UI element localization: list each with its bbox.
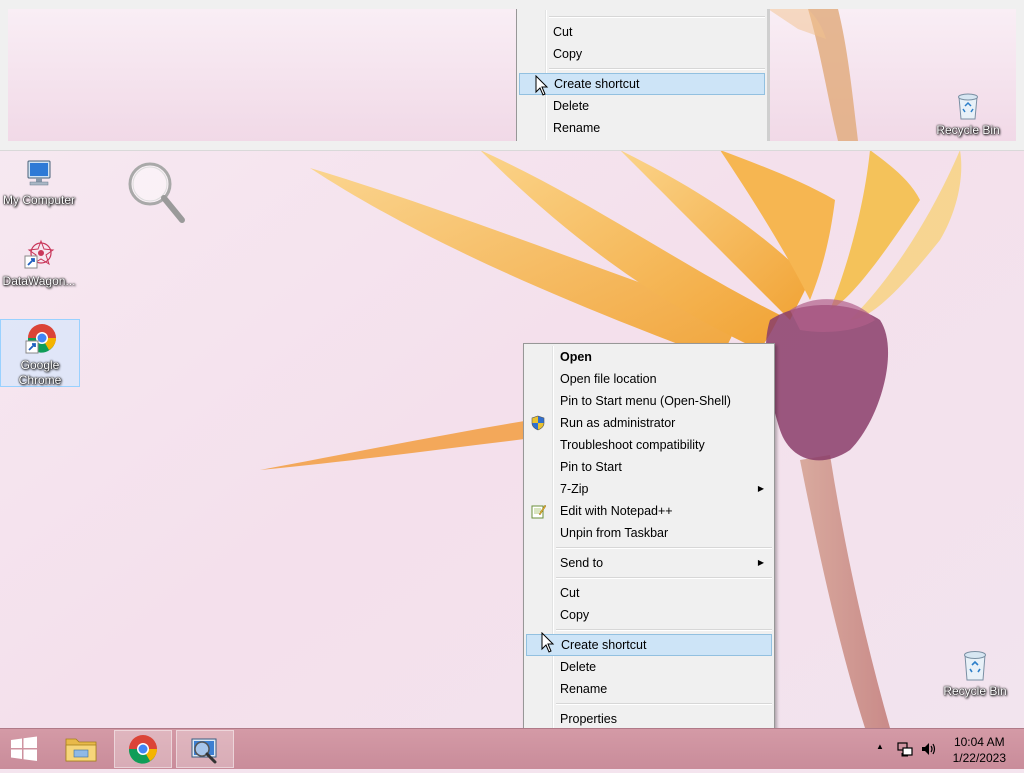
menu-item-create-shortcut[interactable]: Create shortcut	[526, 634, 772, 656]
menu-item-run-as-administrator[interactable]: Run as administrator	[526, 412, 772, 434]
menu-item-open[interactable]: Open	[526, 346, 772, 368]
clock-time: 10:04 AM	[953, 735, 1005, 749]
menu-item-edit-with-notepadpp[interactable]: Edit with Notepad++	[526, 500, 772, 522]
volume-icon[interactable]	[920, 740, 938, 758]
magnified-context-menu: Cut Copy Create shortcut Delete Rename	[516, 9, 770, 141]
menu-item-unpin-from-taskbar[interactable]: Unpin from Taskbar	[526, 522, 772, 544]
magnifier-window: Cut Copy Create shortcut Delete Rename R…	[0, 0, 1024, 151]
recycle-bin-label: Recycle Bin	[936, 123, 1000, 137]
mag-recycle-bin: Recycle Bin	[929, 91, 1007, 138]
desktop-icon-google-chrome[interactable]: Google Chrome	[0, 319, 80, 387]
start-button[interactable]	[0, 730, 48, 768]
desktop-icon-my-computer[interactable]: My Computer	[0, 157, 78, 208]
uac-shield-icon	[531, 415, 545, 431]
mouse-cursor-icon	[541, 632, 555, 653]
mag-menu-item-copy: Copy	[553, 47, 583, 61]
magnified-cursor-icon	[535, 75, 549, 96]
menu-separator	[556, 703, 772, 705]
magnifier-view: Cut Copy Create shortcut Delete Rename R…	[8, 9, 1016, 141]
desktop-icon-label: DataWagon...	[2, 274, 76, 288]
desktop-icon-label: Recycle Bin	[943, 684, 1007, 698]
menu-item-delete[interactable]: Delete	[526, 656, 772, 678]
menu-item-properties[interactable]: Properties	[526, 708, 772, 730]
menu-item-label: Run as administrator	[560, 416, 676, 430]
menu-item-7-zip[interactable]: 7-Zip ▶	[526, 478, 772, 500]
network-icon[interactable]	[896, 740, 914, 758]
clock-date: 1/22/2023	[952, 751, 1006, 765]
menu-item-label: 7-Zip	[560, 482, 589, 496]
menu-item-cut[interactable]: Cut	[526, 582, 772, 604]
desktop-icon-datawagon[interactable]: DataWagon...	[0, 238, 78, 289]
mag-menu-item-delete: Delete	[553, 99, 590, 113]
chrome-icon	[128, 735, 157, 764]
recycle-bin-icon	[960, 648, 990, 682]
magnified-wallpaper	[8, 9, 1016, 141]
menu-separator	[556, 577, 772, 579]
menu-separator	[549, 68, 765, 70]
my-computer-icon	[22, 157, 56, 191]
file-explorer-icon	[65, 738, 97, 762]
taskbar-clock[interactable]: 10:04 AM 1/22/2023	[953, 734, 1006, 766]
menu-item-troubleshoot-compatibility[interactable]: Troubleshoot compatibility	[526, 434, 772, 456]
mag-menu-item-create-shortcut: Create shortcut	[519, 73, 765, 95]
desktop-icon-label: My Computer	[2, 193, 76, 207]
magnifier-icon	[191, 738, 217, 764]
recycle-bin-icon	[955, 91, 981, 121]
menu-separator	[556, 547, 772, 549]
tray-overflow-icon[interactable]: ▲	[876, 742, 884, 751]
taskbar-magnifier[interactable]	[176, 730, 234, 768]
menu-item-open-file-location[interactable]: Open file location	[526, 368, 772, 390]
desktop-icon-recycle-bin[interactable]: Recycle Bin	[936, 648, 1014, 699]
mag-menu-item-rename: Rename	[553, 121, 601, 135]
menu-item-rename[interactable]: Rename	[526, 678, 772, 700]
taskbar-file-explorer[interactable]	[52, 730, 110, 768]
submenu-arrow-icon: ▶	[757, 558, 764, 567]
datawagon-icon	[22, 238, 56, 272]
system-tray: ▲	[870, 729, 940, 769]
menu-item-send-to[interactable]: Send to ▶	[526, 552, 772, 574]
magnifier-lens-icon[interactable]	[126, 160, 196, 230]
notepadpp-icon	[531, 504, 546, 519]
submenu-arrow-icon: ▶	[757, 484, 764, 493]
menu-separator	[556, 629, 772, 631]
menu-item-pin-to-start-menu-open-shell[interactable]: Pin to Start menu (Open-Shell)	[526, 390, 772, 412]
chrome-shortcut-icon	[23, 322, 57, 356]
taskbar-chrome[interactable]	[114, 730, 172, 768]
menu-item-copy[interactable]: Copy	[526, 604, 772, 626]
menu-item-label: Send to	[560, 556, 604, 570]
desktop-icon-label: Google Chrome	[18, 358, 62, 387]
menu-separator	[549, 16, 765, 18]
mag-menu-item-cut: Cut	[553, 25, 573, 39]
menu-item-pin-to-start[interactable]: Pin to Start	[526, 456, 772, 478]
windows-logo-icon	[11, 736, 37, 761]
context-menu: Open Open file location Pin to Start men…	[523, 343, 775, 733]
taskbar: ▲ 10:04 AM 1/22/2023	[0, 728, 1024, 769]
menu-item-label: Edit with Notepad++	[560, 504, 673, 518]
